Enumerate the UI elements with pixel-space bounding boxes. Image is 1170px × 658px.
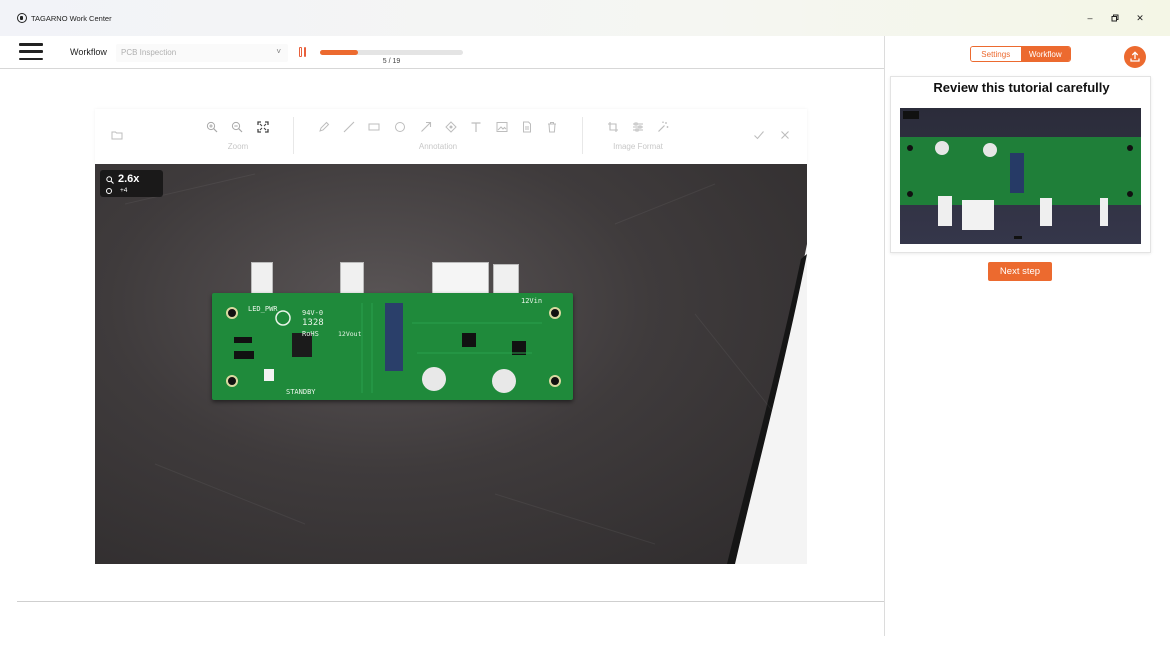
arrow-icon[interactable]	[419, 120, 433, 134]
rectangle-icon[interactable]	[367, 120, 381, 134]
board-label: STANDBY	[286, 388, 316, 396]
workflow-select[interactable]: PCB Inspection ˅	[116, 44, 288, 62]
progress-fill	[320, 50, 358, 55]
zoom-level: 2.6x	[118, 173, 140, 185]
menu-icon[interactable]	[19, 43, 43, 61]
text-icon[interactable]	[469, 120, 483, 134]
workflow-header: Workflow PCB Inspection ˅ 5 / 19	[0, 36, 884, 69]
toolbar-divider	[582, 117, 583, 154]
restore-icon[interactable]	[1102, 0, 1128, 36]
tutorial-card: Review this tutorial carefully	[890, 76, 1151, 253]
image-format-group-label: Image Format	[613, 142, 663, 151]
zoom-group-label: Zoom	[227, 142, 249, 151]
tutorial-title: Review this tutorial carefully	[933, 80, 1110, 95]
mode-tabs: Settings Workflow	[970, 46, 1071, 62]
zoom-indicator: 2.6x +4	[100, 170, 163, 197]
board-label: RoHS	[302, 330, 319, 338]
adjustments-icon[interactable]	[631, 120, 645, 134]
zoom-in-icon[interactable]	[205, 120, 219, 134]
workflow-select-value: PCB Inspection	[121, 48, 177, 57]
pen-icon[interactable]	[317, 120, 331, 134]
tab-settings[interactable]: Settings	[971, 47, 1021, 61]
check-icon[interactable]	[752, 128, 766, 142]
crop-icon[interactable]	[606, 120, 620, 134]
fit-screen-icon[interactable]	[256, 120, 270, 134]
pcb-board: LED_PWR 94V-0 1328 RoHS 12Vout 12Vin STA…	[212, 293, 573, 400]
magnifier-icon	[106, 176, 114, 184]
minimize-icon[interactable]: –	[1077, 0, 1103, 36]
tab-workflow[interactable]: Workflow	[1020, 47, 1070, 61]
zoom-out-icon[interactable]	[230, 120, 244, 134]
progress-text: 5 / 19	[382, 58, 401, 65]
circle-icon[interactable]	[393, 120, 407, 134]
line-icon[interactable]	[342, 120, 356, 134]
title-bar: TAGARNO Work Center	[0, 0, 1170, 36]
camera-view[interactable]: 2.6x +4 LED_PWR 94V-0 1328 RoHS 12Vout 1…	[95, 164, 807, 564]
board-label: 94V-0	[302, 309, 324, 317]
next-step-button[interactable]: Next step	[988, 262, 1052, 281]
upload-button[interactable]	[1124, 46, 1146, 68]
panel-divider	[884, 36, 885, 636]
folder-icon[interactable]	[110, 128, 124, 142]
board-label: 12Vin	[521, 297, 543, 305]
board-label: 1328	[302, 318, 324, 328]
trash-icon[interactable]	[545, 120, 559, 134]
magic-wand-icon[interactable]	[656, 120, 670, 134]
progress-bar	[320, 50, 463, 55]
document-icon[interactable]	[520, 120, 534, 134]
bottom-divider	[17, 601, 884, 602]
board-label: 12Vout	[338, 330, 362, 338]
toolbar-divider	[293, 117, 294, 154]
cancel-icon[interactable]	[778, 128, 792, 142]
upload-icon	[1130, 51, 1140, 62]
annotation-group-label: Annotation	[418, 142, 458, 151]
focus-icon	[106, 188, 112, 194]
workflow-label: Workflow	[70, 47, 107, 57]
board-label: LED_PWR	[248, 305, 278, 313]
image-toolbar: Zoom Annotation Image Format	[95, 109, 807, 164]
image-icon[interactable]	[495, 120, 509, 134]
close-icon[interactable]: ✕	[1127, 0, 1153, 36]
tagarno-logo-icon	[17, 13, 27, 23]
window-title: TAGARNO Work Center	[31, 13, 112, 23]
focus-value: +4	[120, 187, 128, 194]
chevron-down-icon: ˅	[276, 47, 281, 56]
pause-icon[interactable]	[299, 47, 307, 57]
tutorial-image	[900, 108, 1141, 244]
color-icon[interactable]	[444, 120, 458, 134]
